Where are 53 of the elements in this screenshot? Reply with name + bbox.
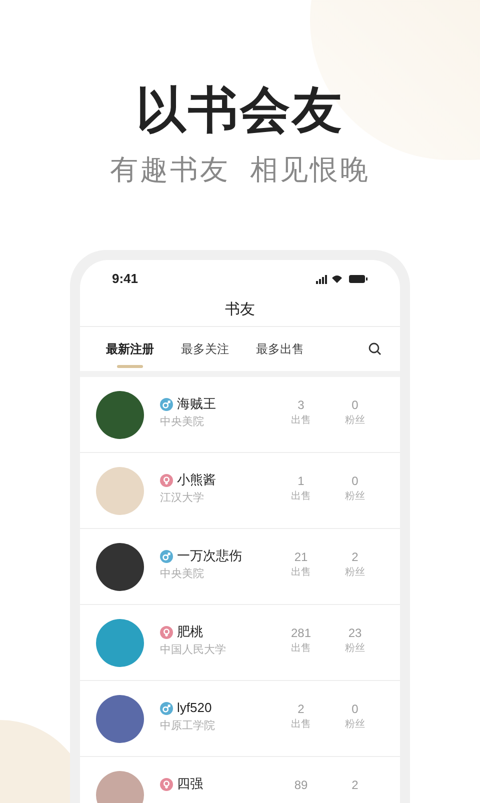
headline: 以书会友 [136,81,344,140]
avatar-placeholder [96,695,144,743]
user-name: 四强 [177,776,203,792]
avatar-placeholder [96,391,144,439]
stat-label: 出售 [291,414,311,428]
tab[interactable]: 最多出售 [256,327,304,371]
stat-value: 0 [352,473,358,489]
stat-label: 出售 [291,642,311,656]
stat-value: 3 [298,397,304,413]
school-name: 中国人民大学 [160,643,227,658]
stat-label: 粉丝 [345,566,365,580]
status-icons [316,274,368,284]
stat-label: 粉丝 [345,642,365,656]
stat-label: 出售 [291,718,311,732]
stat-value: 2 [298,701,304,717]
screen-title: 书友 [224,300,256,320]
stat-value: 281 [290,625,312,641]
status-time: 9:41 [112,270,138,288]
user-row[interactable]: 肥桃 中国人民大学 281 出售 23 粉丝 [80,605,400,681]
school-name: 中原工学院 [160,719,216,734]
stat-value: 21 [294,549,308,565]
user-name: 小熊酱 [177,472,216,488]
user-name: 肥桃 [177,624,203,640]
user-row[interactable]: 四强 89 2 [80,757,400,803]
user-row[interactable]: lyf520 中原工学院 2 出售 0 粉丝 [80,681,400,757]
user-row[interactable]: 海贼王 中央美院 3 出售 0 粉丝 [80,377,400,453]
school-name: 中央美院 [160,414,205,430]
search-icon[interactable] [368,342,382,356]
stat-label: 粉丝 [345,414,365,428]
stat-value: 0 [352,701,358,717]
tab[interactable]: 最多关注 [181,327,229,371]
stat-value: 1 [298,473,304,489]
stat-value: 0 [352,397,358,413]
user-name: 海贼王 [177,396,216,412]
stat-value: 89 [294,777,308,793]
user-row[interactable]: 一万次悲伤 中央美院 21 出售 2 粉丝 [80,529,400,605]
stat-label: 出售 [291,566,311,580]
avatar-placeholder [96,619,144,667]
stat-value: 2 [352,777,358,793]
stat-value: 23 [348,625,362,641]
user-name: lyf520 [177,700,212,716]
subtitle: 有趣书友 相见恨晚 [110,153,370,187]
avatar-placeholder [96,467,144,515]
school-name: 中央美院 [160,566,205,582]
school-name: 江汉大学 [160,491,205,506]
stat-label: 出售 [291,490,311,504]
stat-label: 粉丝 [345,718,365,732]
stat-label: 粉丝 [345,490,365,504]
user-row[interactable]: 小熊酱 江汉大学 1 出售 0 粉丝 [80,453,400,529]
stat-value: 2 [352,549,358,565]
avatar-placeholder [96,543,144,591]
tab[interactable]: 最新注册 [106,327,154,371]
user-name: 一万次悲伤 [177,548,242,564]
